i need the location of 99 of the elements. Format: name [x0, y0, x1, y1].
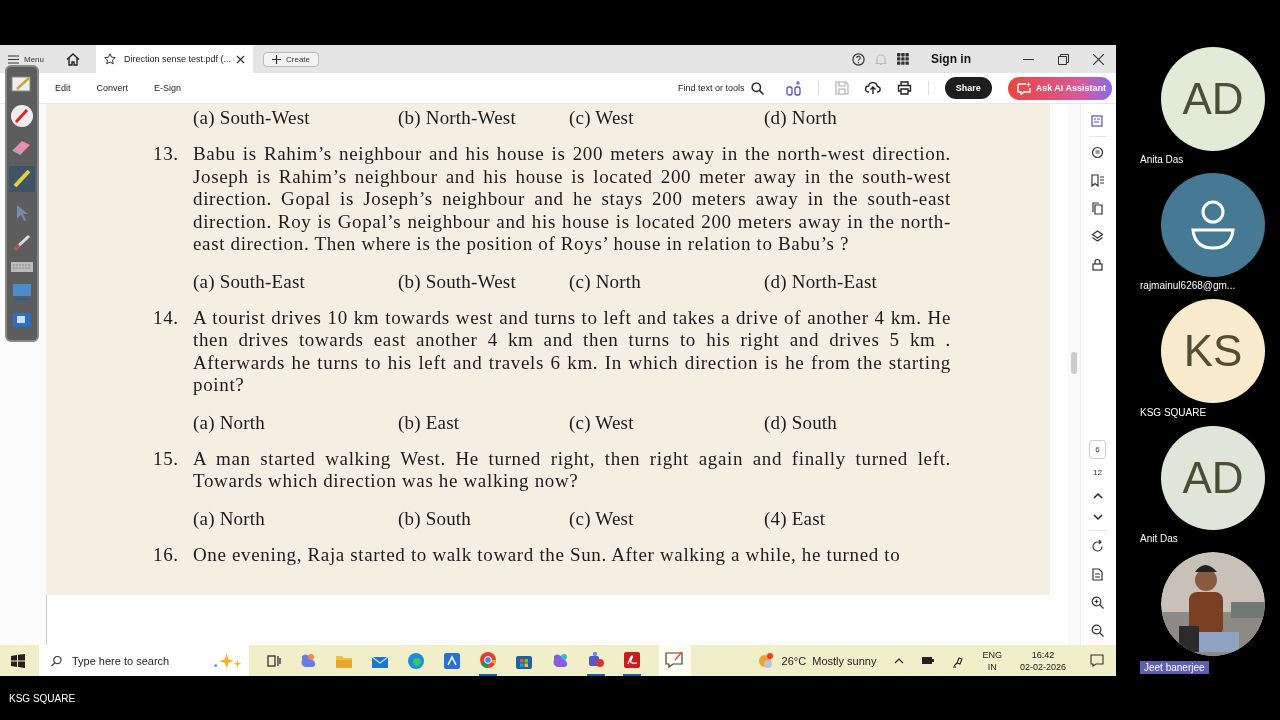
chrome-icon[interactable] — [479, 650, 497, 669]
home-icon[interactable] — [66, 52, 80, 66]
taskbar-search-field[interactable]: Type here to search — [69, 653, 204, 668]
participant-avatar: AD — [1161, 425, 1265, 530]
answer-option: (a) South-West — [193, 106, 398, 129]
sign-in-button[interactable]: Sign in — [925, 51, 977, 67]
answer-option: (b) South — [398, 506, 569, 530]
answer-option: (d) North-East — [764, 269, 964, 293]
apps-grid-icon[interactable] — [897, 53, 909, 65]
participant-name: Anita Das — [1140, 154, 1184, 166]
teams-icon[interactable] — [587, 650, 605, 669]
print-icon[interactable] — [896, 81, 912, 95]
question-number: 15. — [153, 447, 180, 471]
zoom-in-icon[interactable] — [1091, 596, 1104, 609]
scrollbar[interactable] — [1068, 104, 1080, 645]
weather-widget[interactable]: 26°C Mostly sunny — [757, 652, 877, 669]
answer-option: (a) North — [193, 506, 398, 530]
chevron-down-icon[interactable] — [1092, 514, 1103, 521]
question-text: A tourist drives 10 km towards west and turns to left and takes a drive of another 4 km. He then drives towards east another 4 km and then turns to his right and drives 5 km . Afterwards he turns to his left and travels 6 km. In which direction is he from the starting point? — [193, 306, 951, 397]
rotate-icon[interactable] — [1091, 540, 1104, 553]
create-button[interactable]: Create — [263, 51, 320, 67]
star-icon[interactable] — [104, 53, 116, 65]
answer-option: (b) East — [398, 410, 569, 434]
toolbar-menu-item[interactable]: E-Sign — [149, 83, 187, 93]
answer-option: (d) North — [764, 106, 964, 129]
pages-icon[interactable] — [1091, 202, 1104, 215]
question-number: 13. — [153, 143, 180, 166]
answer-option: (b) North-West — [398, 106, 569, 129]
search-icon — [51, 654, 62, 667]
page-count: 12 — [1093, 468, 1102, 477]
menu-icon — [8, 54, 19, 64]
bookmark-icon[interactable] — [1091, 174, 1104, 187]
chat-sparkle-icon — [1016, 81, 1031, 95]
restore-icon[interactable] — [1058, 53, 1069, 65]
fit-page-icon[interactable] — [1091, 568, 1104, 581]
close-icon[interactable] — [236, 54, 245, 64]
chevron-up-icon[interactable] — [1092, 492, 1103, 499]
answer-option: (c) West — [569, 106, 764, 129]
whiteboard-icon[interactable] — [11, 75, 33, 93]
question-number: 16. — [153, 543, 180, 566]
find-button[interactable]: Find text or tools — [672, 80, 770, 96]
help-icon[interactable] — [852, 52, 865, 66]
answer-option: (a) North — [193, 410, 398, 434]
plus-icon — [272, 54, 281, 64]
upload-cloud-icon[interactable] — [864, 81, 881, 95]
participant-avatar: AD — [1161, 47, 1265, 151]
highlighter-icon[interactable] — [9, 166, 35, 193]
form-icon[interactable] — [1091, 114, 1104, 127]
clock-time[interactable]: 16:42 — [1031, 648, 1055, 661]
close-icon[interactable] — [1093, 53, 1104, 65]
question-text: A man started walking West. He turned right, then right again and finally turned left. Towards which direction was he walking now? — [193, 447, 951, 493]
app-icon[interactable] — [443, 651, 461, 670]
windows-start-icon[interactable] — [11, 653, 25, 668]
answer-option: (4) East — [764, 506, 964, 530]
task-view-icon[interactable] — [267, 653, 281, 668]
clock-date[interactable]: 02-02-2026 — [1019, 660, 1066, 673]
document-tab[interactable]: Direction sense test.pdf (... — [96, 45, 253, 73]
region-indicator[interactable]: IN — [987, 660, 997, 673]
pen-icon[interactable] — [10, 104, 34, 129]
participant-name: rajmainul6268@gm... — [1140, 280, 1236, 292]
question-text: Babu is Rahim’s neighbour and his house is 200 meters away in the north-west direction. Joseph is Rahim’s neighbour and his house is located 200 meter away in the south-west direction. Gopal is Joseph’s neighbour and he stays 200 meters away in the south-east direction. Roy is Gopal’s neighbour and his house is located 200 meters away in the north-east direction. Then where is the position of Roys’ house in relation to Babu’s ? — [193, 143, 951, 256]
participant-name: Jeet banerjee — [1140, 661, 1209, 674]
answer-option: (c) West — [569, 410, 764, 434]
eraser-icon[interactable] — [11, 139, 33, 156]
meeting-name: KSG SQUARE — [9, 692, 76, 704]
keyboard-icon[interactable] — [11, 261, 33, 272]
battery-icon[interactable] — [922, 656, 935, 665]
pdf-reader-icon[interactable] — [623, 650, 641, 669]
weather-icon — [757, 652, 774, 669]
notification-icon[interactable] — [1090, 654, 1104, 667]
question-text: One evening, Raja started to walk toward the Sun. After walking a while, he turned to — [193, 543, 902, 566]
answer-option: (d) South — [764, 410, 964, 434]
toolbar-menu-item[interactable]: Edit — [50, 83, 76, 93]
zoom-out-icon[interactable] — [1091, 624, 1104, 637]
menu-button[interactable]: Menu — [8, 54, 44, 64]
toolbar-menu-item[interactable]: Convert — [91, 83, 134, 93]
windows-capture-icon[interactable] — [11, 312, 33, 330]
answer-option: (a) South-East — [193, 269, 398, 293]
edge-browser-icon[interactable] — [407, 651, 425, 670]
scroll-thumb[interactable] — [1071, 352, 1077, 374]
chevron-up-icon[interactable] — [894, 657, 905, 664]
search-icon — [750, 81, 764, 95]
lock-icon[interactable] — [1091, 258, 1104, 271]
share-button[interactable]: Share — [944, 77, 992, 99]
whiteboard-icon[interactable] — [665, 650, 685, 669]
participant-name: KSG SQUARE — [1140, 406, 1207, 418]
answer-option: (b) South-West — [398, 269, 569, 293]
answer-option: (c) North — [569, 269, 764, 293]
sparkle-icon — [211, 651, 243, 670]
taskbar-search-box[interactable]: Type here to search — [39, 645, 249, 676]
participant-avatar: KS — [1161, 299, 1265, 404]
language-indicator[interactable]: ENG — [982, 648, 1002, 661]
page-number-field[interactable]: 6 — [1089, 440, 1106, 459]
participant-name: Anit Das — [1140, 532, 1178, 544]
layers-icon[interactable] — [1091, 230, 1104, 243]
question-number: 14. — [153, 306, 180, 330]
answer-option: (c) West — [569, 506, 764, 530]
laser-pointer-icon[interactable] — [12, 232, 32, 251]
ai-assistant-button[interactable]: Ask AI Assistant — [1007, 76, 1112, 100]
